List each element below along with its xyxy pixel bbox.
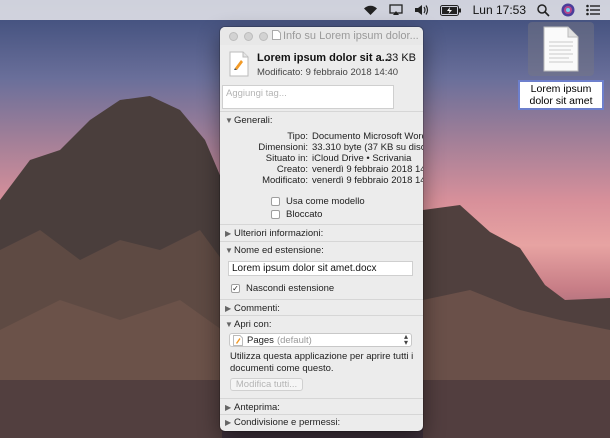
info-window: Info su Lorem ipsum dolor... Lorem ipsum… (220, 27, 423, 431)
disclosure-open-icon[interactable]: ▼ (225, 320, 234, 329)
desktop-file-label[interactable]: Lorem ipsum dolor sit amet (518, 80, 604, 110)
disclosure-closed-icon[interactable]: ▶ (225, 418, 234, 427)
row-key: Situato in: (265, 153, 308, 164)
section-more-info-label: Ulteriori informazioni: (234, 228, 324, 239)
file-size: 33 KB (386, 52, 416, 64)
pages-document-icon (229, 51, 249, 80)
section-name-ext-label: Nome ed estensione: (234, 245, 324, 256)
row-value: 33.310 byte (37 KB su disco) (312, 142, 423, 153)
locked-checkbox-label: Bloccato (286, 209, 323, 220)
hide-extension-row[interactable]: ✓ Nascondi estensione (231, 283, 334, 294)
disclosure-closed-icon[interactable]: ▶ (225, 304, 234, 313)
section-comments-label: Commenti: (234, 303, 280, 314)
minimize-button[interactable] (244, 31, 253, 41)
section-preview-label: Anteprima: (234, 402, 280, 413)
disclosure-open-icon[interactable]: ▼ (225, 116, 234, 125)
document-thumbnail (528, 22, 594, 76)
row-value: Documento Microsoft Word (312, 131, 423, 142)
divider (220, 111, 423, 112)
notification-center-icon[interactable] (586, 4, 600, 16)
row-value: iCloud Drive • Scrivania (312, 153, 412, 164)
title-doc-icon (272, 30, 281, 40)
app-name: Pages (247, 334, 274, 346)
app-default-label: (default) (276, 334, 312, 346)
row-key: Tipo: (287, 131, 308, 142)
template-checkbox-row[interactable]: Usa come modello (271, 196, 365, 207)
disclosure-closed-icon[interactable]: ▶ (225, 229, 234, 238)
search-icon[interactable] (537, 3, 550, 17)
row-key: Modificato: (262, 175, 308, 186)
disclosure-open-icon[interactable]: ▼ (225, 246, 234, 255)
desktop-file-icon[interactable]: Lorem ipsum dolor sit amet (518, 22, 604, 110)
wifi-icon[interactable] (363, 5, 378, 16)
battery-icon[interactable] (439, 4, 462, 16)
section-preview[interactable]: ▶ Anteprima: (225, 402, 280, 413)
disclosure-closed-icon[interactable]: ▶ (225, 403, 234, 412)
locked-checkbox-row[interactable]: Bloccato (271, 209, 322, 220)
divider (220, 315, 423, 316)
section-name-ext[interactable]: ▼Nome ed estensione: (225, 245, 324, 256)
name-extension-input[interactable]: Lorem ipsum dolor sit amet.docx (228, 261, 413, 276)
divider (220, 299, 423, 300)
section-general-label: Generali: (234, 115, 273, 126)
row-value: venerdì 9 febbraio 2018 14:40 (312, 164, 423, 175)
section-sharing[interactable]: ▶ Condivisione e permessi: (225, 417, 340, 428)
row-key: Dimensioni: (258, 142, 308, 153)
window-title-text: Info su Lorem ipsum dolor... (283, 30, 419, 42)
divider (220, 241, 423, 242)
clock[interactable]: Lun 17:53 (473, 3, 526, 17)
chevron-updown-icon: ▴ ▾ (403, 332, 408, 347)
file-header: Lorem ipsum dolor sit a... 33 KB Modific… (220, 45, 423, 83)
open-with-description: Utilizza questa applicazione per aprire … (230, 351, 414, 374)
section-general[interactable]: ▼Generali: (225, 115, 273, 126)
section-sharing-label: Condivisione e permessi: (234, 417, 341, 428)
change-all-button[interactable]: Modifica tutti... (230, 378, 303, 391)
section-open-with[interactable]: ▼Apri con: (225, 319, 272, 330)
tags-input[interactable]: Aggiungi tag... (222, 85, 394, 109)
close-button[interactable] (229, 31, 238, 41)
modified-date: Modificato: 9 febbraio 2018 14:40 (257, 67, 399, 78)
divider (220, 414, 423, 415)
file-name: Lorem ipsum dolor sit a... (257, 52, 391, 64)
locked-checkbox[interactable] (271, 210, 280, 219)
window-titlebar[interactable]: Info su Lorem ipsum dolor... (220, 27, 423, 45)
siri-icon[interactable] (561, 3, 575, 17)
divider (220, 398, 423, 399)
hide-extension-checkbox[interactable]: ✓ (231, 284, 240, 293)
airplay-icon[interactable] (388, 4, 403, 16)
section-more-info[interactable]: ▶ Ulteriori informazioni: (225, 228, 323, 239)
template-checkbox-label: Usa come modello (286, 196, 365, 207)
hide-extension-label: Nascondi estensione (246, 283, 335, 294)
open-with-app-select[interactable]: Pages (default) ▴ ▾ (229, 333, 412, 347)
zoom-button[interactable] (259, 31, 268, 41)
section-open-with-label: Apri con: (234, 319, 272, 330)
menu-bar: Lun 17:53 (0, 0, 610, 20)
row-key: Creato: (276, 164, 308, 175)
template-checkbox[interactable] (271, 197, 280, 206)
row-value: venerdì 9 febbraio 2018 14:40 (312, 175, 423, 186)
pages-app-icon (233, 334, 243, 346)
divider (220, 224, 423, 225)
window-title: Info su Lorem ipsum dolor... (272, 30, 422, 42)
volume-icon[interactable] (414, 4, 429, 16)
section-comments[interactable]: ▶ Commenti: (225, 303, 280, 314)
